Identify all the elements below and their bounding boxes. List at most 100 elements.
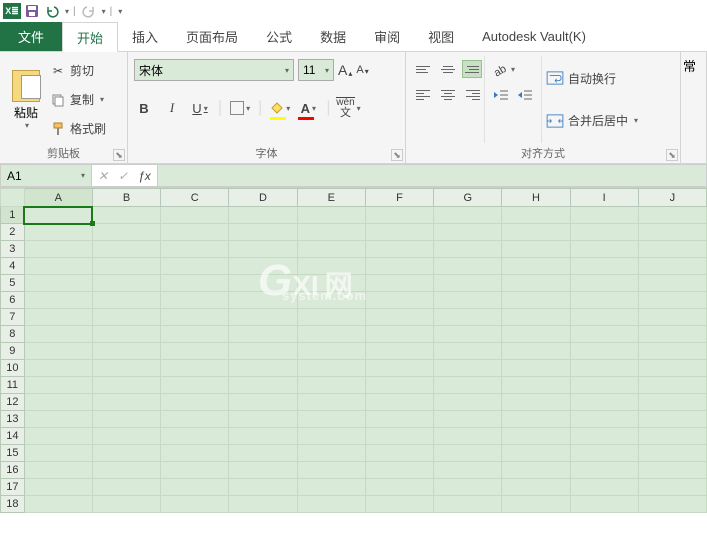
cell[interactable] <box>570 275 638 292</box>
col-header[interactable]: A <box>24 189 92 207</box>
row-header[interactable]: 14 <box>1 428 25 445</box>
align-top[interactable] <box>414 60 434 78</box>
align-bottom[interactable] <box>462 60 482 78</box>
cell[interactable] <box>297 207 365 224</box>
paste-icon[interactable] <box>12 70 40 102</box>
cell[interactable] <box>638 445 706 462</box>
phonetic-guide-button[interactable]: wén 文 ▾ <box>338 98 358 118</box>
redo-icon[interactable] <box>80 2 98 20</box>
cell[interactable] <box>570 241 638 258</box>
cell[interactable] <box>365 462 433 479</box>
select-all-corner[interactable] <box>1 189 25 207</box>
cell[interactable] <box>365 496 433 513</box>
cell[interactable] <box>502 326 570 343</box>
row-header[interactable]: 12 <box>1 394 25 411</box>
cell[interactable] <box>92 428 160 445</box>
clipboard-dialog-launcher[interactable]: ⬊ <box>113 149 125 161</box>
cell[interactable] <box>434 224 502 241</box>
cell[interactable] <box>434 292 502 309</box>
cell[interactable] <box>638 360 706 377</box>
cell[interactable] <box>24 241 92 258</box>
col-header[interactable]: F <box>365 189 433 207</box>
cell[interactable] <box>365 411 433 428</box>
cell[interactable] <box>92 275 160 292</box>
cell[interactable] <box>638 241 706 258</box>
cell[interactable] <box>638 309 706 326</box>
cell[interactable] <box>229 343 297 360</box>
fill-color-button[interactable]: ▾ <box>270 98 290 118</box>
row-header[interactable]: 4 <box>1 258 25 275</box>
cell[interactable] <box>502 360 570 377</box>
row-header[interactable]: 9 <box>1 343 25 360</box>
align-middle[interactable] <box>438 60 458 78</box>
cell[interactable] <box>92 258 160 275</box>
tab-home[interactable]: 开始 <box>62 22 118 52</box>
cell[interactable] <box>229 462 297 479</box>
name-box[interactable]: A1 ▾ <box>0 164 92 187</box>
cell[interactable] <box>502 462 570 479</box>
cell[interactable] <box>24 326 92 343</box>
row-header[interactable]: 5 <box>1 275 25 292</box>
cell[interactable] <box>229 241 297 258</box>
cell[interactable] <box>92 207 160 224</box>
cell[interactable] <box>24 445 92 462</box>
cell[interactable] <box>297 224 365 241</box>
cell[interactable] <box>502 411 570 428</box>
cell[interactable] <box>229 275 297 292</box>
cell[interactable] <box>161 377 229 394</box>
font-size-combo[interactable]: 11 ▾ <box>298 59 334 81</box>
underline-button[interactable]: U▾ <box>190 98 210 118</box>
wrap-text-button[interactable]: 自动换行 <box>546 70 638 87</box>
format-painter-button[interactable]: 格式刷 <box>50 117 106 141</box>
merge-center-button[interactable]: 合并后居中 ▾ <box>546 112 638 129</box>
cell[interactable] <box>229 309 297 326</box>
cell[interactable] <box>638 394 706 411</box>
cell[interactable] <box>365 292 433 309</box>
cell[interactable] <box>638 411 706 428</box>
cut-button[interactable]: ✂ 剪切 <box>50 59 106 83</box>
cell[interactable] <box>229 394 297 411</box>
cell[interactable] <box>365 207 433 224</box>
cell[interactable] <box>434 275 502 292</box>
cell[interactable] <box>161 258 229 275</box>
cell[interactable] <box>365 428 433 445</box>
alignment-dialog-launcher[interactable]: ⬊ <box>666 149 678 161</box>
font-color-button[interactable]: A ▾ <box>298 98 318 118</box>
align-right[interactable] <box>462 86 482 104</box>
cell[interactable] <box>161 326 229 343</box>
cell[interactable] <box>365 326 433 343</box>
cell[interactable] <box>638 479 706 496</box>
cell[interactable] <box>229 445 297 462</box>
spreadsheet-grid[interactable]: A B C D E F G H I J 12345678910111213141… <box>0 188 707 513</box>
cell[interactable] <box>502 292 570 309</box>
cell[interactable] <box>24 275 92 292</box>
row-header[interactable]: 7 <box>1 309 25 326</box>
cell[interactable] <box>570 309 638 326</box>
cell[interactable] <box>161 207 229 224</box>
cell[interactable] <box>24 292 92 309</box>
cell[interactable] <box>570 207 638 224</box>
font-name-combo[interactable]: 宋体 ▾ <box>134 59 294 81</box>
copy-dropdown[interactable]: ▾ <box>100 95 104 104</box>
cell[interactable] <box>229 377 297 394</box>
cell[interactable] <box>92 224 160 241</box>
cell[interactable] <box>92 241 160 258</box>
tab-view[interactable]: 视图 <box>414 22 468 51</box>
cell[interactable] <box>24 207 92 224</box>
cell[interactable] <box>570 428 638 445</box>
cell[interactable] <box>365 360 433 377</box>
orientation-button[interactable]: ab ▾ <box>491 60 515 78</box>
cell[interactable] <box>24 360 92 377</box>
formula-bar-input[interactable] <box>158 164 707 187</box>
cell[interactable] <box>297 360 365 377</box>
font-name-dropdown[interactable]: ▾ <box>285 66 289 75</box>
cell[interactable] <box>502 496 570 513</box>
font-dialog-launcher[interactable]: ⬊ <box>391 149 403 161</box>
col-header[interactable]: I <box>570 189 638 207</box>
cell[interactable] <box>92 445 160 462</box>
cell[interactable] <box>24 428 92 445</box>
cell[interactable] <box>92 496 160 513</box>
cell[interactable] <box>638 326 706 343</box>
cell[interactable] <box>434 428 502 445</box>
cell[interactable] <box>24 462 92 479</box>
